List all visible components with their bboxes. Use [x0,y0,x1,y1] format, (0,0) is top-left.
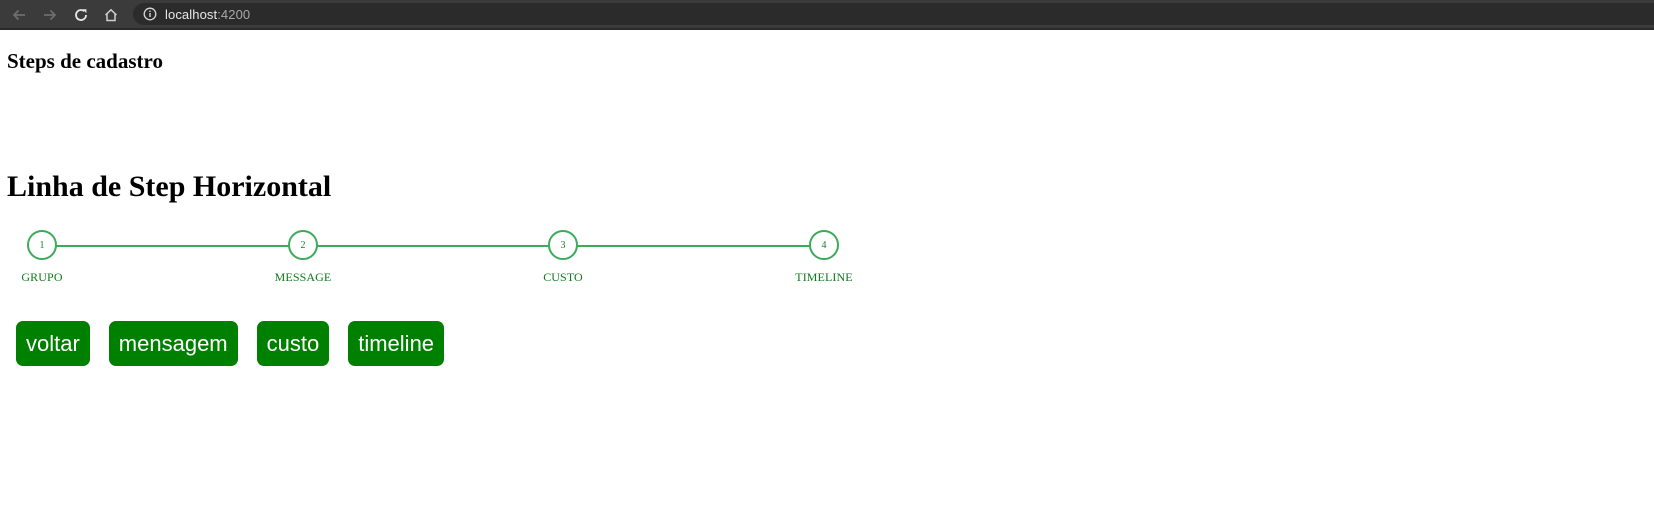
step-label: MESSAGE [274,270,332,284]
browser-toolbar: localhost:4200 [0,0,1654,30]
timeline-button[interactable]: timeline [348,321,445,366]
step-circle[interactable]: 3 [548,230,578,260]
stepper-line [42,245,824,247]
url-host: localhost [165,6,218,22]
arrow-left-icon[interactable] [8,4,30,26]
step-grupo[interactable]: 1 GRUPO [0,228,92,285]
step-buttons: voltar mensagem custo timeline [16,321,463,366]
horizontal-stepper: 1 GRUPO 2 MESSAGE 3 CUSTO 4 TIMELINE [0,228,900,298]
arrow-right-icon[interactable] [39,4,61,26]
step-label: GRUPO [21,270,63,284]
reload-icon[interactable] [70,4,92,26]
mensagem-button[interactable]: mensagem [108,321,238,366]
step-label: CUSTO [543,270,583,284]
info-icon[interactable] [143,7,157,21]
step-timeline[interactable]: 4 TIMELINE [774,228,874,285]
address-bar[interactable]: localhost:4200 [133,3,1654,25]
custo-button[interactable]: custo [256,321,330,366]
page-title: Linha de Step Horizontal [7,170,332,203]
step-circle[interactable]: 2 [288,230,318,260]
step-label: TIMELINE [795,270,853,284]
page-subtitle: Steps de cadastro [7,49,163,73]
step-message[interactable]: 2 MESSAGE [253,228,353,285]
step-circle[interactable]: 4 [809,230,839,260]
home-icon[interactable] [100,4,122,26]
step-circle[interactable]: 1 [27,230,57,260]
url-text: localhost:4200 [165,7,250,22]
url-port: :4200 [217,6,251,22]
voltar-button[interactable]: voltar [16,321,90,366]
step-custo[interactable]: 3 CUSTO [513,228,613,285]
